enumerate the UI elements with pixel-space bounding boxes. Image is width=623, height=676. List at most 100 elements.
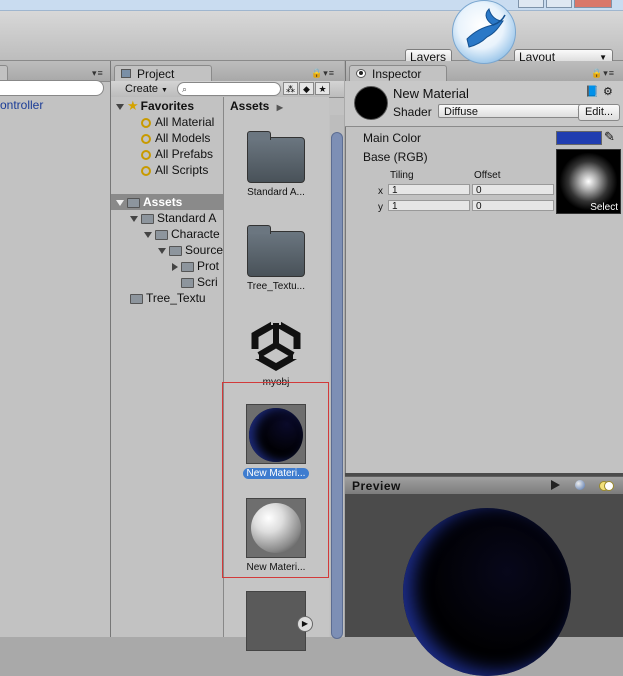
folder-icon [181, 261, 194, 272]
material-preview-sphere [403, 508, 571, 676]
folder-icon [155, 229, 168, 240]
asset-thumbnail: ▶ [246, 591, 313, 651]
main-color-field[interactable] [556, 131, 602, 145]
hierarchy-tab[interactable] [0, 65, 8, 81]
offset-label: Offset [474, 170, 501, 181]
asset-label: Tree_Textu... [247, 281, 305, 292]
maximize-button[interactable] [546, 0, 572, 8]
material-name: New Material [393, 86, 469, 101]
x-label: x [378, 186, 383, 197]
tree-folder-scripts[interactable]: Scri [181, 274, 218, 290]
expand-arrow-icon[interactable] [116, 199, 124, 206]
folder-icon [141, 213, 154, 224]
inspector-tab[interactable]: Inspector [349, 65, 447, 81]
star-icon: ★ [127, 98, 139, 113]
tree-favorite-item[interactable]: All Material [141, 114, 214, 130]
base-texture-slot[interactable]: Select [556, 149, 621, 214]
asset-grid-scrollbar[interactable] [330, 115, 344, 639]
tree-favorite-item[interactable]: All Scripts [141, 162, 208, 178]
grid-breadcrumb: Assets ▶ [224, 97, 329, 115]
expand-arrow-icon[interactable] [144, 231, 152, 238]
collapse-arrow-icon[interactable] [172, 262, 178, 271]
filter-label-icon[interactable]: ◆ [299, 82, 314, 95]
tree-favorites[interactable]: ★ Favorites [116, 98, 194, 114]
folder-icon [127, 197, 140, 208]
material-preview-ball [354, 86, 388, 120]
hierarchy-search-input[interactable] [0, 80, 104, 96]
expand-arrow-icon[interactable] [158, 247, 166, 254]
project-tab-label: Project [137, 67, 175, 81]
tree-favorite-item[interactable]: All Prefabs [141, 146, 213, 162]
lock-menu-icon[interactable]: 🔒▾≡ [591, 68, 615, 79]
expand-arrow-icon[interactable] [116, 103, 124, 110]
folder-icon [181, 277, 194, 288]
offset-y-field[interactable]: 0 [472, 200, 554, 212]
material-header: New Material Shader Diffuse ▼ Edit... 📘 … [345, 81, 623, 127]
close-button[interactable] [574, 0, 612, 8]
project-tab[interactable]: Project [114, 65, 212, 81]
folder-icon [121, 69, 131, 78]
preview-panel: Preview [345, 473, 623, 676]
tree-folder-sources[interactable]: Source [158, 242, 223, 258]
hierarchy-item-controller[interactable]: ontroller [0, 98, 43, 112]
asset-item-myobj[interactable]: myobj [234, 315, 318, 388]
main-color-label: Main Color [363, 131, 422, 145]
project-search-input[interactable]: ⌕ [177, 82, 281, 96]
eyedropper-icon[interactable]: ✎ [604, 129, 615, 145]
breadcrumb-assets[interactable]: Assets [230, 99, 269, 113]
project-tabbar: Project 🔒▾≡ [111, 61, 344, 82]
inspector-icon [356, 69, 366, 78]
favorite-star-icon[interactable]: ★ [315, 82, 330, 95]
tree-favorite-item[interactable]: All Models [141, 130, 210, 146]
play-icon[interactable]: ▶ [297, 616, 313, 632]
breadcrumb-arrow-icon: ▶ [276, 103, 283, 112]
offset-x-field[interactable]: 0 [472, 184, 554, 196]
inspector-tab-label: Inspector [372, 67, 422, 81]
scrollbar-thumb[interactable] [331, 132, 343, 639]
asset-item-partial[interactable]: ▶ [234, 591, 318, 651]
gear-icon[interactable]: ⚙ [603, 85, 615, 98]
play-icon[interactable] [551, 480, 560, 490]
create-dropdown[interactable]: Create ▼ [125, 83, 168, 95]
asset-item-tree-textures[interactable]: Tree_Textu... [234, 225, 318, 292]
lights-icon[interactable] [599, 481, 614, 491]
edit-shader-button[interactable]: Edit... [578, 104, 620, 121]
base-texture-label: Base (RGB) [363, 150, 428, 164]
tiling-x-field[interactable]: 1 [388, 184, 470, 196]
shader-dropdown[interactable]: Diffuse ▼ [438, 104, 590, 118]
search-icon [141, 133, 151, 144]
expand-arrow-icon[interactable] [130, 215, 138, 222]
tree-assets-root[interactable]: Assets [116, 194, 182, 210]
preview-title: Preview [352, 479, 401, 493]
project-folder-tree: ★ Favorites All Material All Models All P… [111, 97, 224, 637]
y-label: y [378, 202, 383, 213]
asset-item-standard-assets[interactable]: Standard A... [234, 131, 318, 198]
tiling-y-field[interactable]: 1 [388, 200, 470, 212]
tree-folder-prototype[interactable]: Prot [172, 258, 219, 274]
highlight-annotation-box [222, 382, 329, 578]
filter-type-icon[interactable]: ⁂ [283, 82, 298, 95]
tree-folder-standard[interactable]: Standard A [130, 210, 216, 226]
tree-folder-characters[interactable]: Characte [144, 226, 220, 242]
help-book-icon[interactable]: 📘 [585, 85, 599, 98]
folder-icon [247, 225, 305, 277]
minimize-button[interactable] [518, 0, 544, 8]
preview-sphere-icon[interactable] [575, 480, 585, 490]
search-icon: ⌕ [182, 84, 188, 94]
panel-menu-icon[interactable]: ▾≡ [92, 68, 104, 79]
hierarchy-panel: ▾≡ [0, 61, 111, 637]
project-toolbar: Create ▼ ⌕ ⁂ ◆ ★ [111, 81, 344, 98]
folder-icon [130, 293, 143, 304]
asset-label: Standard A... [247, 187, 305, 198]
tree-folder-tree-textures[interactable]: Tree_Textu [130, 290, 206, 306]
shader-value: Diffuse [444, 106, 479, 118]
window-controls [518, 0, 614, 8]
lock-menu-icon[interactable]: 🔒▾≡ [311, 68, 335, 79]
preview-toolbar: Preview [345, 476, 623, 494]
dropdown-arrow-icon: ▼ [161, 87, 168, 94]
bird-logo-icon [452, 0, 516, 64]
search-icon [141, 149, 151, 160]
texture-select-button[interactable]: Select [590, 202, 618, 213]
shader-label: Shader [393, 105, 432, 119]
hierarchy-tabbar: ▾≡ [0, 61, 110, 82]
